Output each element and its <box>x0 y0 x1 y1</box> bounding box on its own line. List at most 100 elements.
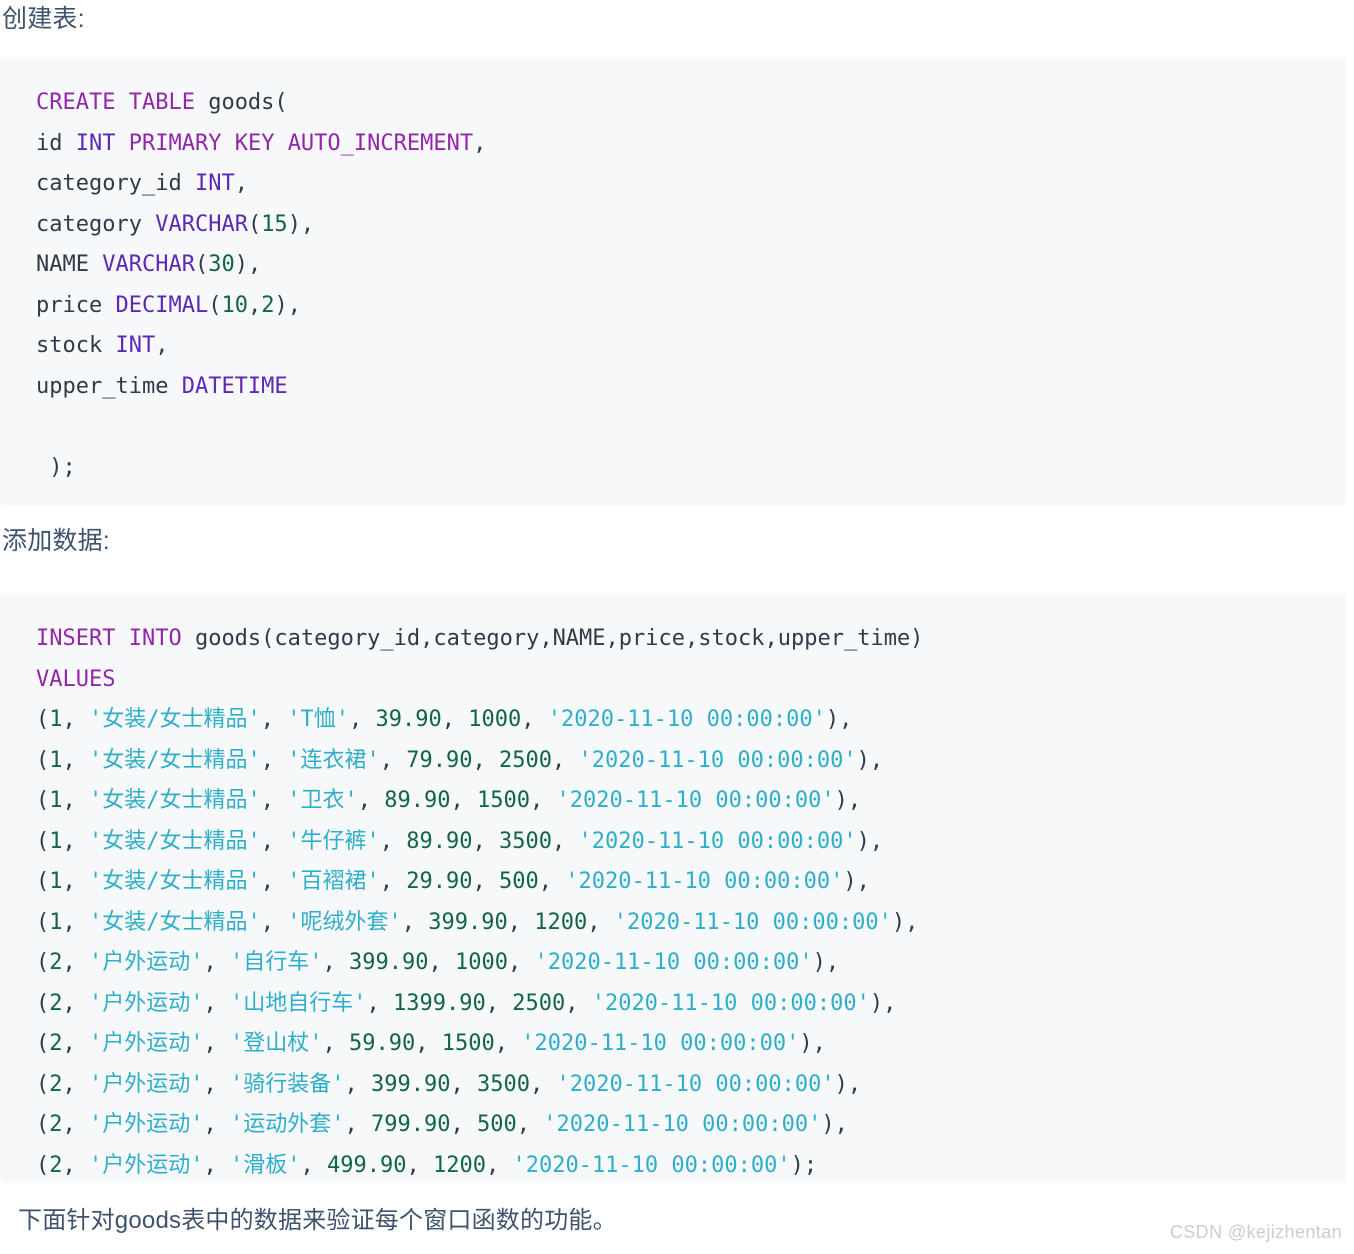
code-token-number: 1 <box>49 707 63 732</box>
code-token-number: 2 <box>49 1112 63 1137</box>
code-line-data-row: (2, '户外运动', '自行车', 399.90, 1000, '2020-1… <box>36 943 1346 984</box>
code-block-insert-data[interactable]: INSERT INTO goods(category_id,category,N… <box>0 593 1346 1183</box>
code-block-create-table-content: CREATE TABLE goods(id INT PRIMARY KEY AU… <box>0 57 1346 488</box>
code-line: upper_time DATETIME <box>36 367 1346 408</box>
code-token-number: 1500 <box>441 1031 495 1056</box>
code-line-data-row: (2, '户外运动', '骑行装备', 399.90, 3500, '2020-… <box>36 1065 1346 1106</box>
code-token-string: '呢绒外套' <box>287 909 402 935</box>
code-token-punct: , <box>529 788 557 813</box>
code-block-create-table[interactable]: CREATE TABLE goods(id INT PRIMARY KEY AU… <box>0 57 1346 506</box>
code-token-punct: ( <box>208 292 222 318</box>
code-token-punct: ); <box>36 454 76 480</box>
code-token-number: 500 <box>498 869 539 894</box>
code-line-data-row: (1, '女装/女士精品', '呢绒外套', 399.90, 1200, '20… <box>36 903 1346 944</box>
code-token-number: 1 <box>49 788 63 813</box>
code-token-punct: , <box>62 828 89 854</box>
code-token-number: 1500 <box>476 788 530 813</box>
code-token-punct: ( <box>36 1071 50 1097</box>
code-token-number: 1 <box>49 828 63 854</box>
code-token-punct: , <box>203 1112 230 1137</box>
code-token-punct: ( <box>36 788 50 813</box>
code-token-number: 89.90 <box>406 828 473 854</box>
code-token-punct: , <box>260 869 288 894</box>
code-token-number: 500 <box>476 1112 517 1137</box>
code-token-ident: NAME <box>36 252 89 277</box>
code-token-number: 1000 <box>454 950 508 975</box>
code-line: id INT PRIMARY KEY AUTO_INCREMENT, <box>36 124 1346 165</box>
code-token-ident: category <box>36 211 156 237</box>
code-line-data-row: (1, '女装/女士精品', '百褶裙', 29.90, 500, '2020-… <box>36 862 1346 903</box>
code-line-data-row: (2, '户外运动', '登山杖', 59.90, 1500, '2020-11… <box>36 1024 1346 1065</box>
code-token-number: 1399.90 <box>393 990 486 1016</box>
code-token-punct: , <box>401 909 429 935</box>
code-token-punct: , <box>551 747 579 773</box>
code-token-punct: ( <box>36 1031 50 1056</box>
code-token-string: '2020-11-10 00:00:00' <box>556 788 835 813</box>
code-token-punct: , <box>516 1112 544 1137</box>
page-heading-insert-data: 添加数据: <box>2 527 110 555</box>
code-token-punct: , <box>260 909 288 935</box>
code-token-punct: , <box>300 1152 327 1178</box>
code-token-punct: , <box>62 788 89 813</box>
code-token-keyword: INSERT INTO <box>36 626 182 651</box>
code-token-ident: category_id <box>36 171 195 196</box>
code-token-punct: , <box>62 1031 89 1056</box>
code-token-punct: ( <box>194 252 209 277</box>
code-token-punct: ( <box>36 950 50 975</box>
code-token-string: '户外运动' <box>89 1152 204 1178</box>
code-token-number: 39.90 <box>375 707 442 732</box>
code-token-number: 89.90 <box>384 788 451 813</box>
code-token-number: 2500 <box>512 990 566 1016</box>
code-token-punct: , <box>473 130 487 156</box>
code-token-type: INT <box>115 333 156 358</box>
code-token-punct: ( <box>36 1112 50 1137</box>
code-line <box>36 407 1346 448</box>
code-token-punct: , <box>260 828 288 854</box>
code-token-punct: ), <box>821 1112 848 1137</box>
code-token-number: 1000 <box>468 707 522 732</box>
code-token-punct: , <box>62 1112 89 1137</box>
document-page: 创建表: CREATE TABLE goods(id INT PRIMARY K… <box>0 0 1354 1254</box>
code-token-number: 2 <box>49 990 63 1016</box>
code-token-punct: , <box>62 909 89 935</box>
code-token-punct: ( <box>36 909 50 935</box>
code-token-string: '户外运动' <box>89 1112 204 1137</box>
code-token-type: DECIMAL <box>115 292 209 318</box>
code-token-punct: , <box>203 1031 230 1056</box>
insert-data-code-lines: INSERT INTO goods(category_id,category,N… <box>36 619 1346 1183</box>
code-token-punct: ), <box>812 950 840 975</box>
code-token-punct: , <box>450 1071 477 1097</box>
code-token-number: 3500 <box>476 1071 530 1097</box>
code-token-string: '山地自行车' <box>230 990 367 1016</box>
code-token-punct: ), <box>287 211 315 237</box>
code-token-string: '女装/女士精品' <box>89 747 261 773</box>
code-token-string: '户外运动' <box>89 1071 204 1097</box>
code-token-number: 399.90 <box>428 909 508 935</box>
code-token-string: '女装/女士精品' <box>89 828 261 854</box>
code-token-punct: ( <box>36 869 50 894</box>
code-token-punct: , <box>428 950 455 975</box>
code-token-number: 2 <box>49 1152 63 1178</box>
code-token-punct: ( <box>36 747 50 773</box>
code-token-ident: goods(category_id,category,NAME,price,st… <box>181 626 924 651</box>
code-line: INSERT INTO goods(category_id,category,N… <box>36 619 1346 660</box>
csdn-watermark: CSDN @kejizhentan <box>1169 1222 1342 1242</box>
code-token-number: 59.90 <box>349 1031 416 1056</box>
code-line-data-row: (1, '女装/女士精品', '连衣裙', 79.90, 2500, '2020… <box>36 741 1346 782</box>
code-token-number: 399.90 <box>349 950 429 975</box>
code-token-punct: , <box>587 909 614 935</box>
code-token-punct: , <box>260 747 288 773</box>
code-token-punct: , <box>450 788 477 813</box>
code-token-punct: , <box>344 1112 371 1137</box>
code-token-string: '滑板' <box>230 1152 301 1178</box>
code-token-string: '登山杖' <box>230 1031 323 1056</box>
code-token-punct: , <box>472 828 499 854</box>
code-token-punct: ), <box>834 1071 862 1097</box>
code-token-string: '女装/女士精品' <box>89 788 261 813</box>
page-heading-create-table: 创建表: <box>2 5 85 33</box>
code-token-type: INT <box>194 171 235 196</box>
code-token-string: '2020-11-10 00:00:00' <box>534 950 813 975</box>
code-token-punct: , <box>247 292 262 318</box>
code-token-type: DATETIME <box>181 373 288 399</box>
code-token-string: '2020-11-10 00:00:00' <box>613 909 892 935</box>
